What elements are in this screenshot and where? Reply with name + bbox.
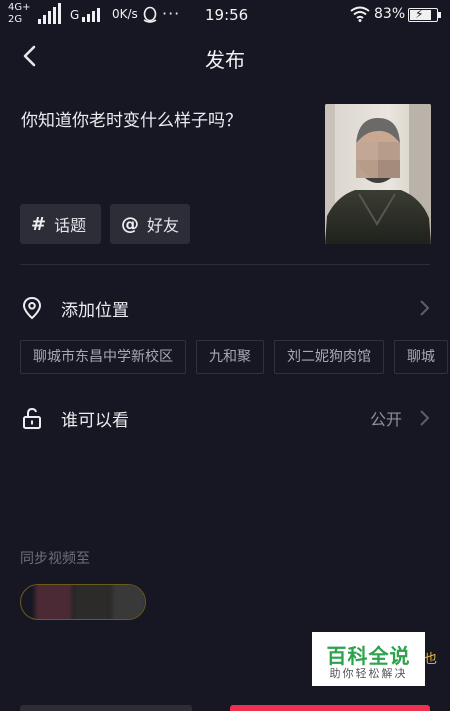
chevron-right-icon xyxy=(420,300,430,316)
blurred-platform-icon xyxy=(73,585,111,619)
location-suggestions: 聊城市东昌中学新校区 九和聚 刘二妮狗肉馆 聊城 xyxy=(20,340,450,374)
clock: 19:56 xyxy=(205,6,249,24)
mention-friend-button[interactable]: @ 好友 xyxy=(110,204,190,244)
topic-hashtag-button[interactable]: # 话题 xyxy=(20,204,101,244)
hashtag-icon: # xyxy=(31,213,47,235)
network-type: 4G+ 2G xyxy=(8,2,31,25)
wifi-icon xyxy=(350,6,370,22)
add-location-label: 添加位置 xyxy=(61,301,129,321)
add-location-row[interactable]: 添加位置 xyxy=(0,288,450,328)
location-suggestion[interactable]: 九和聚 xyxy=(196,340,264,374)
sync-platform-button[interactable] xyxy=(20,584,146,620)
divider xyxy=(20,264,430,265)
nav-bar: 发布 xyxy=(0,34,450,78)
video-cover-thumbnail[interactable] xyxy=(325,104,431,244)
battery-icon: ⚡ xyxy=(408,7,438,22)
visibility-value: 公开 xyxy=(369,410,402,429)
qq-penguin-icon xyxy=(143,6,157,23)
chevron-right-icon xyxy=(420,410,430,426)
blurred-platform-icon xyxy=(35,585,73,619)
watermark-subtitle: 助你轻松解决 xyxy=(329,667,408,680)
network-g-label: G xyxy=(70,8,80,22)
save-draft-button[interactable] xyxy=(20,705,192,711)
location-suggestion[interactable]: 刘二妮狗肉馆 xyxy=(274,340,384,374)
blurred-platform-icon xyxy=(111,585,145,619)
visibility-label: 谁可以看 xyxy=(61,411,129,431)
partial-text: 也 xyxy=(424,652,438,667)
location-pin-icon xyxy=(22,296,42,320)
page-title: 发布 xyxy=(205,48,245,72)
charging-bolt-icon: ⚡ xyxy=(415,7,424,21)
topic-label: 话题 xyxy=(54,216,87,235)
status-bar: 4G+ 2G G 0K/s ··· 19:56 83% ⚡ xyxy=(0,0,450,32)
location-suggestion[interactable]: 聊城 xyxy=(394,340,448,374)
more-notifications-icon: ··· xyxy=(162,4,181,23)
sync-video-label: 同步视频至 xyxy=(20,551,90,567)
unlock-icon xyxy=(23,407,41,429)
location-suggestion[interactable]: 聊城市东昌中学新校区 xyxy=(20,340,186,374)
signal-strength-icon xyxy=(82,8,100,22)
signal-strength-icon xyxy=(38,3,61,24)
friend-label: 好友 xyxy=(147,216,180,235)
caption-input[interactable]: 你知道你老时变什么样子吗？ xyxy=(21,106,242,131)
battery-tip xyxy=(438,12,441,18)
battery-percent: 83% xyxy=(374,6,406,22)
visibility-row[interactable]: 谁可以看 公开 xyxy=(0,398,450,438)
network-speed: 0K/s xyxy=(112,7,138,21)
watermark-logo: 百科全说 助你轻松解决 xyxy=(312,632,425,686)
at-icon: @ xyxy=(121,213,139,235)
publish-button[interactable] xyxy=(230,705,430,711)
